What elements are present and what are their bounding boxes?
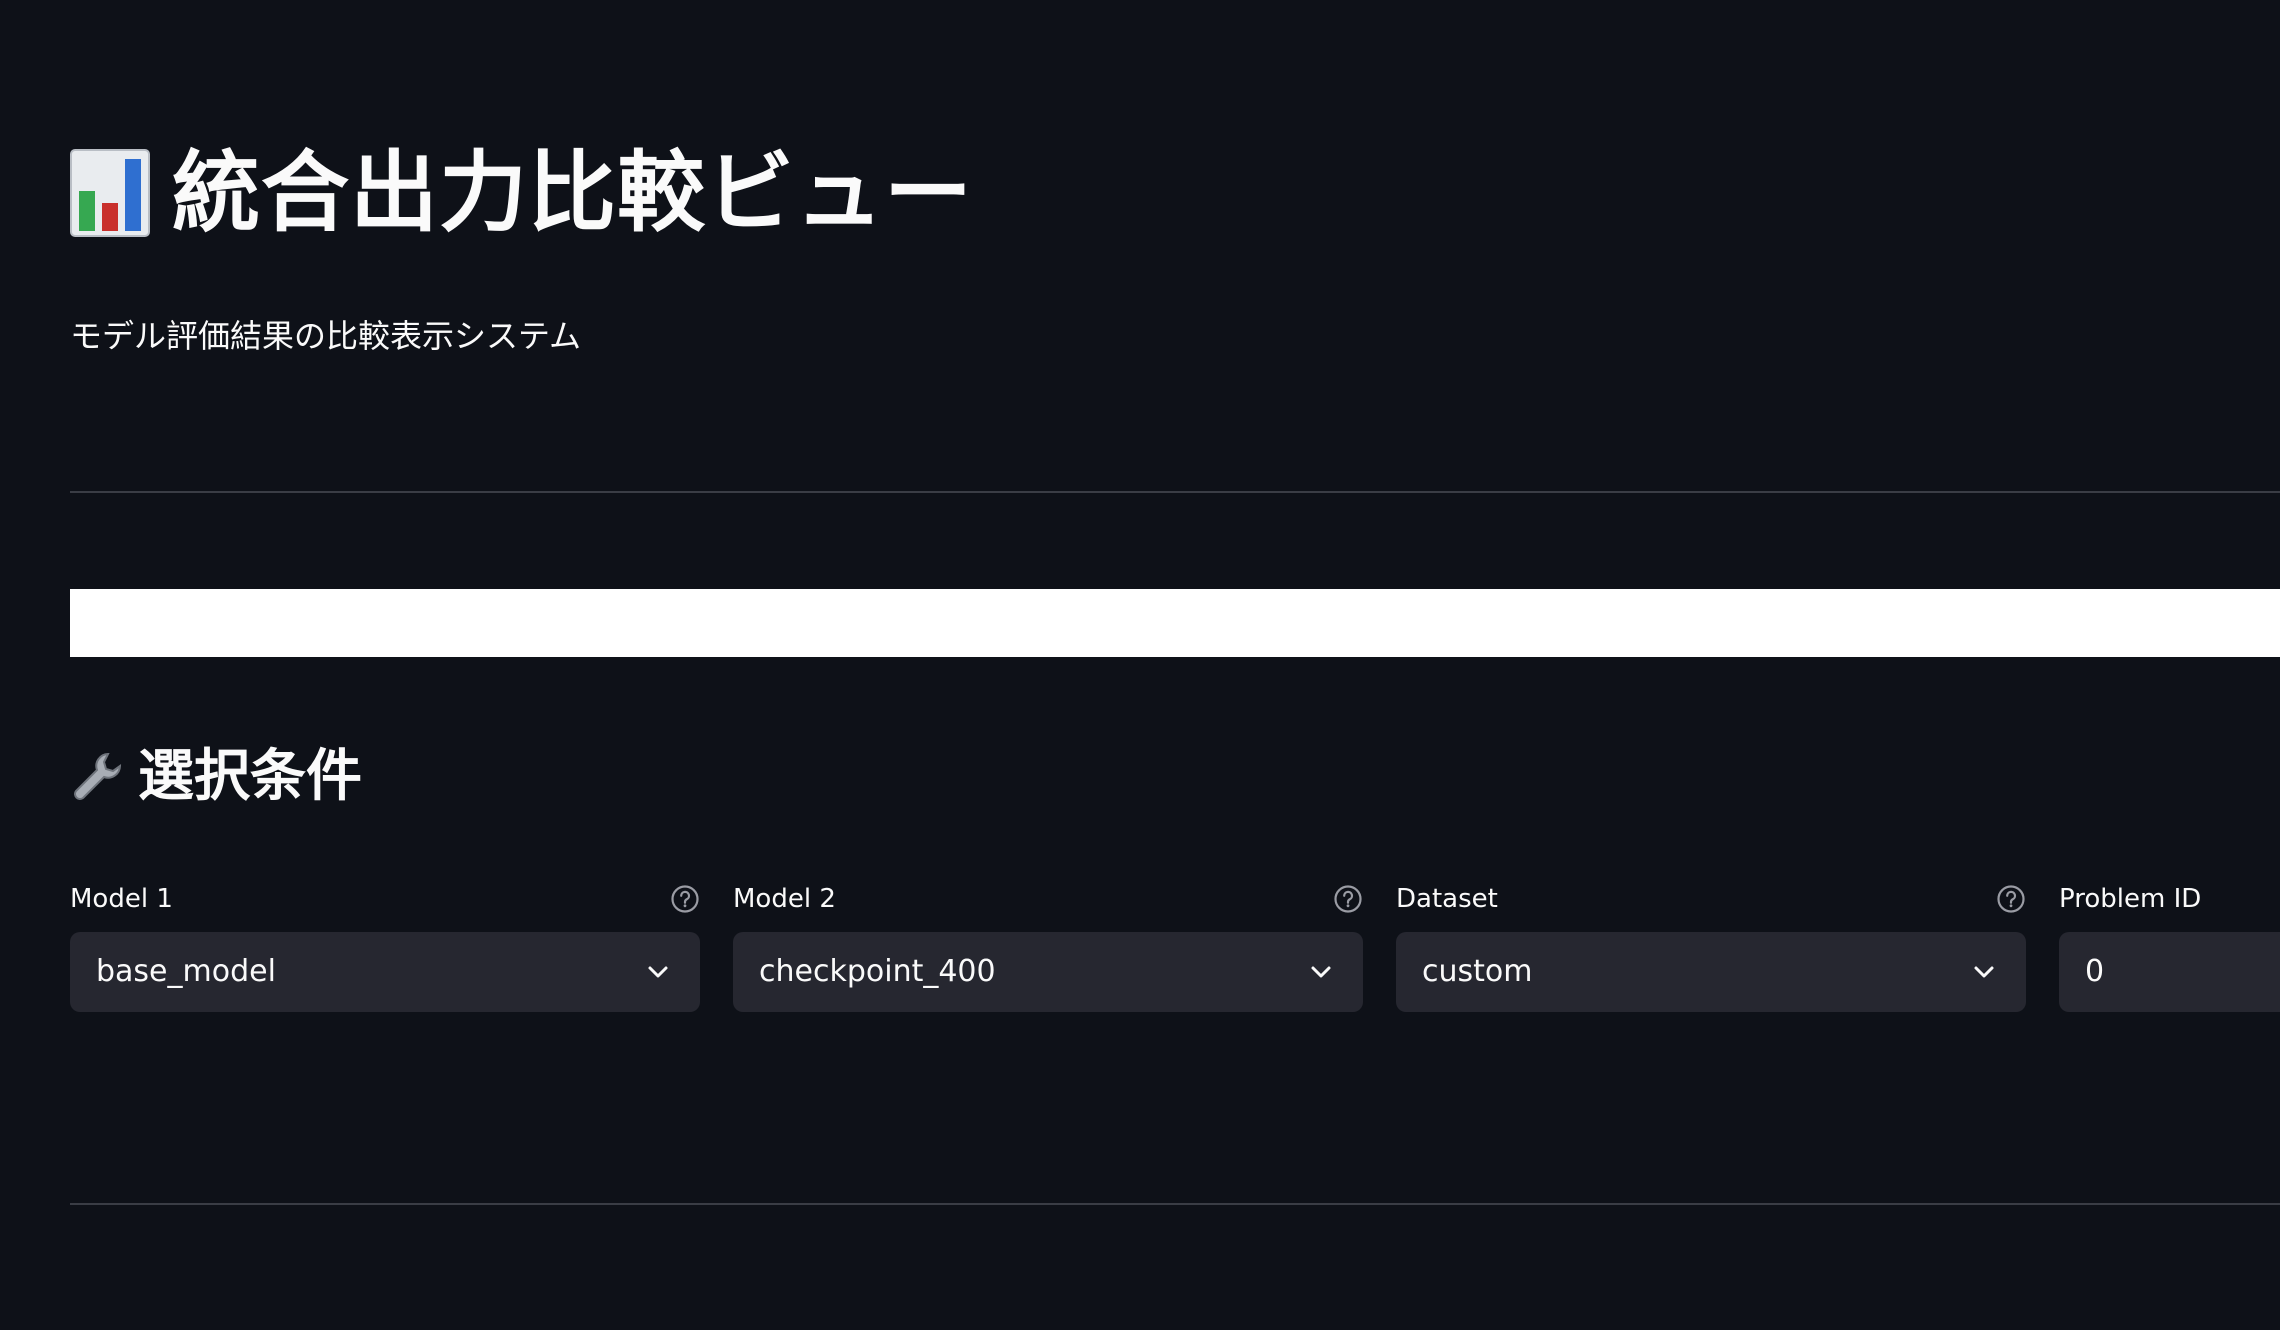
help-circle-icon[interactable]: [1333, 884, 1363, 914]
page-title: 統合出力比較ビュー: [172, 141, 974, 244]
problem-id-label: Problem ID: [2059, 884, 2202, 914]
dataset-field: Dataset custom: [1396, 880, 2026, 1012]
dataset-label: Dataset: [1396, 884, 1498, 914]
problem-id-input[interactable]: 0: [2059, 932, 2280, 1012]
model-1-label: Model 1: [70, 884, 173, 914]
app-page: 統合出力比較ビュー モデル評価結果の比較表示システム 選択条件 Model 1 …: [0, 0, 2280, 1330]
help-circle-icon[interactable]: [670, 884, 700, 914]
dataset-value: custom: [1422, 954, 1533, 989]
problem-id-value: 0: [2085, 954, 2105, 989]
divider: [70, 491, 2280, 493]
chevron-down-icon: [1974, 966, 1994, 978]
wrench-icon: [74, 752, 122, 800]
divider: [70, 1203, 2280, 1205]
dataset-select[interactable]: custom: [1396, 932, 2026, 1012]
model-1-value: base_model: [96, 954, 276, 989]
model-2-label: Model 2: [733, 884, 836, 914]
chevron-down-icon: [1311, 966, 1331, 978]
field-label-row: Model 1: [70, 880, 700, 920]
bar-chart-icon: [70, 149, 150, 237]
model-2-select[interactable]: checkpoint_400: [733, 932, 1363, 1012]
title-row: 統合出力比較ビュー: [70, 138, 973, 248]
help-circle-icon[interactable]: [1996, 884, 2026, 914]
field-label-row: Model 2: [733, 880, 1363, 920]
white-banner-bar: [70, 589, 2280, 657]
model-1-field: Model 1 base_model: [70, 880, 700, 1012]
problem-id-field: Problem ID 0: [2059, 880, 2280, 1012]
section-title: 選択条件: [138, 744, 362, 809]
chevron-down-icon: [648, 966, 668, 978]
model-2-field: Model 2 checkpoint_400: [733, 880, 1363, 1012]
field-label-row: Dataset: [1396, 880, 2026, 920]
model-2-value: checkpoint_400: [759, 954, 996, 989]
model-1-select[interactable]: base_model: [70, 932, 700, 1012]
page-subtitle: モデル評価結果の比較表示システム: [70, 317, 582, 355]
section-title-row: 選択条件: [68, 744, 362, 810]
field-label-row: Problem ID: [2059, 880, 2280, 920]
